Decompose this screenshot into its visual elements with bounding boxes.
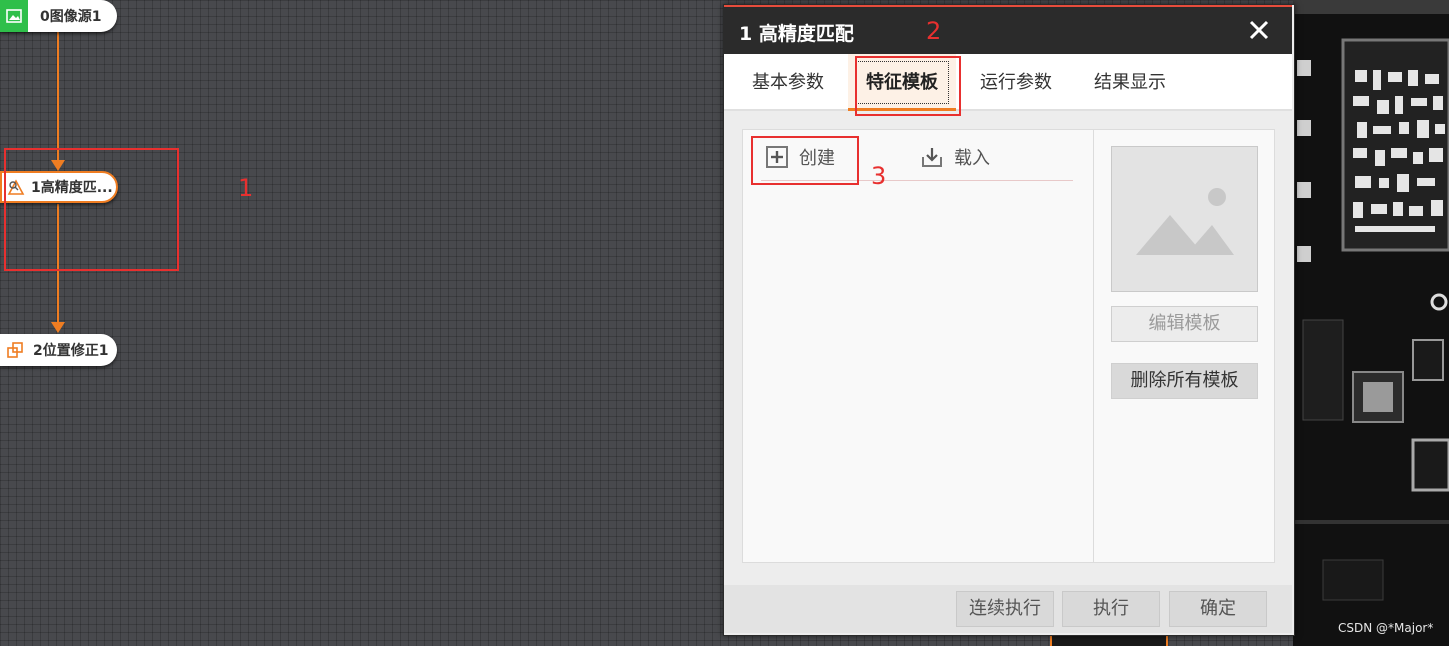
flow-canvas: 0图像源1 1高精度匹... 2位置修正1 1 xyxy=(0,0,720,646)
close-button[interactable] xyxy=(1246,17,1272,43)
dialog-titlebar: 1 高精度匹配 xyxy=(724,5,1292,54)
flow-node-label: 0图像源1 xyxy=(40,9,102,25)
annotation-number-2: 2 xyxy=(926,17,942,45)
annotation-box-2 xyxy=(855,56,961,116)
connector-line xyxy=(57,30,59,162)
delete-all-templates-button[interactable]: 删除所有模板 xyxy=(1111,363,1258,399)
annotation-box-3 xyxy=(751,136,859,185)
continuous-run-button[interactable]: 连续执行 xyxy=(956,591,1054,627)
tab-bar: 基本参数 特征模板 运行参数 结果显示 xyxy=(724,54,1292,111)
annotation-box-1 xyxy=(4,148,179,271)
panel-divider xyxy=(1093,130,1094,562)
template-thumbnail xyxy=(1111,146,1258,292)
template-panel: 创建 载入 3 编辑模板 删除所有模板 xyxy=(742,129,1275,563)
annotation-number-3: 3 xyxy=(871,162,887,190)
tab-basic-params[interactable]: 基本参数 xyxy=(738,54,838,111)
position-correct-icon xyxy=(6,341,24,359)
camera-image xyxy=(1293,0,1449,646)
tab-result-display[interactable]: 结果显示 xyxy=(1080,54,1180,111)
connector-arrow xyxy=(51,322,65,333)
load-label: 载入 xyxy=(954,148,990,169)
flow-node-position-correct[interactable]: 2位置修正1 xyxy=(0,334,117,366)
load-template-button[interactable]: 载入 xyxy=(920,144,990,170)
tab-run-params[interactable]: 运行参数 xyxy=(966,54,1066,111)
run-button[interactable]: 执行 xyxy=(1062,591,1160,627)
annotation-number-1: 1 xyxy=(238,174,254,202)
high-precision-match-dialog: 1 高精度匹配 基本参数 特征模板 运行参数 结果显示 2 创建 载入 3 编辑… xyxy=(723,4,1295,636)
dialog-title: 1 高精度匹配 xyxy=(739,23,854,45)
flow-node-image-source[interactable]: 0图像源1 xyxy=(0,0,117,32)
edit-template-button[interactable]: 编辑模板 xyxy=(1111,306,1258,342)
close-icon xyxy=(1249,20,1269,40)
image-placeholder-icon xyxy=(1136,188,1234,255)
dialog-footer: 连续执行 执行 确定 xyxy=(724,585,1292,633)
watermark: CSDN @*Major* xyxy=(1338,621,1434,635)
download-icon xyxy=(922,148,942,167)
confirm-button[interactable]: 确定 xyxy=(1169,591,1267,627)
flow-node-label: 2位置修正1 xyxy=(33,343,109,359)
image-icon xyxy=(0,0,28,32)
